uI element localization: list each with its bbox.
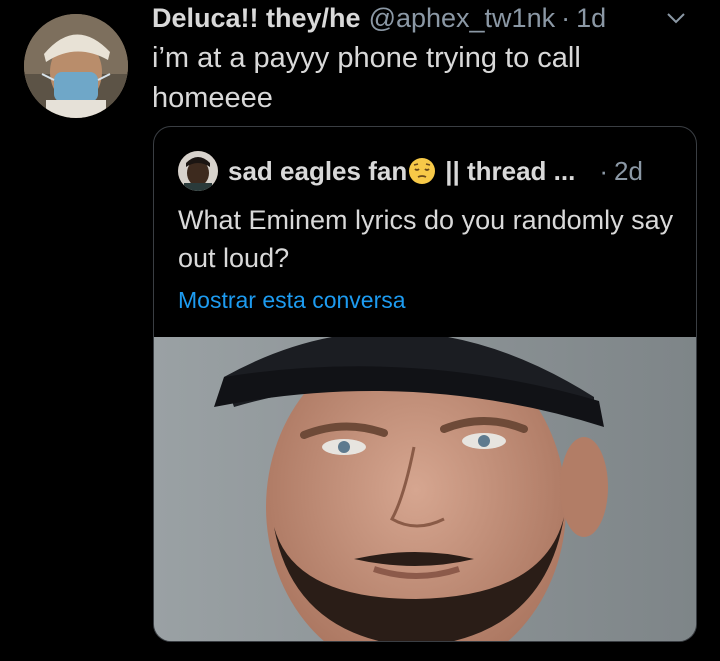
quoted-separator-dot: · (599, 155, 609, 186)
quoted-text: What Eminem lyrics do you randomly say o… (178, 205, 674, 273)
author-handle[interactable]: @aphex_tw1nk (369, 3, 556, 34)
chevron-down-icon[interactable] (664, 6, 688, 30)
author-avatar[interactable] (24, 14, 128, 118)
quoted-time[interactable]: 2d (614, 156, 643, 187)
quoted-media-image[interactable] (154, 337, 696, 641)
quoted-name-suffix[interactable]: || thread ... (445, 156, 575, 187)
tweet-text: i’m at a payyy phone trying to call home… (152, 42, 581, 114)
quoted-tweet[interactable]: sad eagles fan || thread ... · 2d What E… (153, 126, 697, 642)
author-name[interactable]: Deluca!! they/he (152, 3, 361, 34)
tweet[interactable]: Deluca!! they/he @aphex_tw1nk · 1d i’m a… (0, 0, 720, 661)
show-conversation-link[interactable]: Mostrar esta conversa (178, 287, 406, 314)
tweet-time[interactable]: 1d (576, 3, 606, 34)
separator-dot: · (561, 2, 571, 33)
quoted-author-avatar[interactable] (178, 151, 218, 191)
quoted-header: sad eagles fan || thread ... · 2d (228, 151, 643, 191)
pensive-face-emoji-icon (407, 156, 437, 186)
tweet-header: Deluca!! they/he @aphex_tw1nk · 1d (152, 0, 606, 36)
quoted-author-name[interactable]: sad eagles fan (228, 156, 407, 187)
